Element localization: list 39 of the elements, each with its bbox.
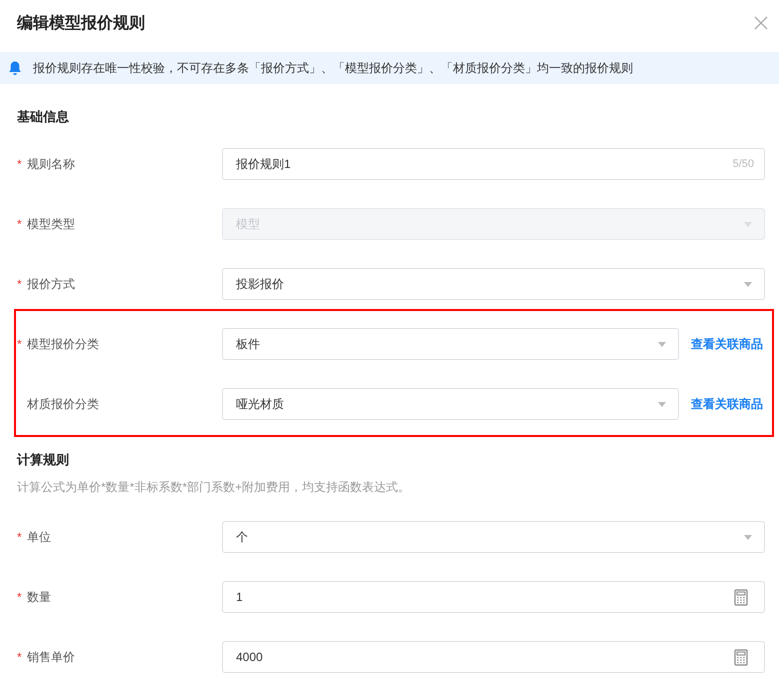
character-counter: 5/50	[732, 158, 754, 170]
alert-text: 报价规则存在唯一性校验，不可存在多条「报价方式」、「模型报价分类」、「材质报价分类」均一致的报价规则	[33, 60, 633, 76]
caret-icon	[658, 402, 666, 406]
required-mark: *	[17, 650, 23, 664]
dialog-title: 编辑模型报价规则	[17, 13, 145, 34]
field-label: 规则名称	[27, 156, 75, 172]
field-label: 模型类型	[27, 216, 75, 232]
calculator-icon	[734, 588, 748, 606]
section-title: 基础信息	[17, 108, 70, 126]
input-field[interactable]: 报价规则1 5/50	[222, 148, 765, 180]
required-mark: *	[17, 157, 23, 171]
section-title: 计算规则	[17, 451, 70, 469]
related-goods-link[interactable]: 查看关联商品	[691, 396, 763, 412]
required-mark: *	[17, 277, 23, 291]
input-field[interactable]: 4000	[222, 641, 765, 673]
field-label: 单位	[27, 528, 51, 546]
required-mark: *	[17, 337, 23, 351]
select-field[interactable]: 哑光材质	[222, 388, 679, 420]
related-goods-link[interactable]: 查看关联商品	[691, 336, 763, 352]
field-label: 数量	[27, 588, 51, 606]
required-mark: *	[17, 217, 23, 231]
select-field[interactable]: 板件	[222, 328, 679, 360]
input-field[interactable]: 1	[222, 581, 765, 613]
bell-icon	[7, 60, 23, 76]
calculator-icon	[734, 648, 748, 666]
field-label: 销售单价	[27, 648, 75, 666]
caret-icon	[744, 534, 752, 540]
section-note: 计算公式为单价*数量*非标系数*部门系数+附加费用，均支持函数表达式。	[17, 479, 412, 496]
field-label: 模型报价分类	[27, 336, 99, 352]
caret-icon	[744, 282, 752, 286]
caret-icon	[744, 222, 752, 226]
select-field[interactable]: 个	[222, 521, 765, 553]
select-field[interactable]: 投影报价	[222, 268, 765, 300]
required-mark: *	[17, 590, 23, 604]
field-label: 材质报价分类	[27, 396, 99, 412]
required-mark: *	[17, 530, 23, 544]
caret-icon	[658, 342, 666, 346]
field-label: 报价方式	[27, 276, 75, 292]
close-icon[interactable]	[753, 15, 769, 31]
